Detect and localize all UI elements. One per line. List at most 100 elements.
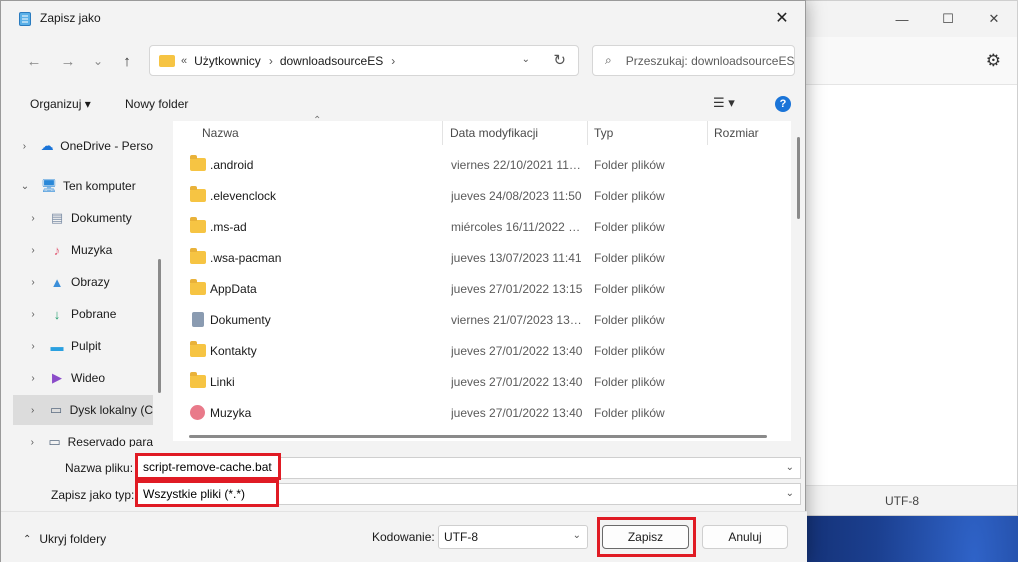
new-folder-button[interactable]: Nowy folder [125, 97, 188, 111]
breadcrumb-separator-icon[interactable]: › [269, 54, 273, 68]
view-options-icon[interactable]: ☰ ▾ [713, 95, 735, 111]
expand-chevron-icon[interactable]: › [27, 213, 39, 224]
sidebar-item[interactable]: › ☁ OneDrive - Perso [13, 131, 153, 161]
hide-folders-button[interactable]: ⌃ Ukryj foldery [23, 532, 106, 546]
downloads-icon: ↓ [53, 306, 61, 322]
expand-chevron-icon[interactable]: › [19, 141, 30, 152]
back-arrow-icon[interactable]: ← [21, 49, 47, 73]
encoding-label: Kodowanie: [372, 530, 435, 544]
recent-locations-chevron-icon[interactable]: ⌄ [85, 49, 111, 73]
sidebar-item[interactable]: › ♪ Muzyka [13, 235, 153, 265]
folder-icon [190, 341, 206, 357]
help-icon[interactable]: ? [775, 96, 791, 112]
column-separator[interactable] [442, 121, 443, 145]
filetype-label: Zapisz jako typ: [51, 488, 135, 502]
status-encoding: UTF-8 [885, 493, 919, 508]
sidebar-item[interactable]: › ▶ Wideo [13, 363, 153, 393]
breadcrumb-separator-icon[interactable]: › [391, 54, 395, 68]
breadcrumb-current[interactable]: downloadsourceES [280, 54, 383, 68]
column-separator[interactable] [707, 121, 708, 145]
address-dropdown-icon[interactable]: ⌄ [522, 54, 530, 65]
video-icon: ▶ [52, 370, 62, 385]
encoding-select[interactable]: UTF-8 ⌄ [438, 525, 588, 549]
column-header-size[interactable]: Rozmiar [714, 121, 759, 145]
search-input[interactable]: ⌕ Przeszukaj: downloadsourceES [592, 45, 795, 76]
expand-chevron-icon[interactable]: › [27, 277, 39, 288]
file-list-horizontal-scrollbar[interactable] [189, 435, 767, 438]
notepad-close-button[interactable]: ✕ [971, 1, 1017, 37]
save-button[interactable]: Zapisz [602, 525, 689, 549]
file-date: viernes 22/10/2021 11:19 [451, 157, 583, 172]
documents-folder-icon [192, 312, 204, 327]
breadcrumb-users[interactable]: Użytkownicy [194, 54, 261, 68]
dialog-close-button[interactable]: ✕ [759, 1, 805, 35]
drive-icon: ▭ [49, 402, 63, 417]
column-header-date[interactable]: Data modyfikacji [450, 121, 538, 145]
filetype-dropdown-icon[interactable]: ⌄ [786, 488, 794, 499]
folder-icon [190, 248, 206, 264]
up-arrow-icon[interactable]: ↑ [114, 49, 140, 73]
expand-chevron-icon[interactable]: › [27, 373, 39, 384]
file-name: .ms-ad [210, 219, 247, 234]
folder-icon [159, 54, 175, 67]
notepad-editor[interactable] [781, 85, 1017, 485]
table-row[interactable]: Linki jueves 27/01/2022 13:40 Folder plikó… [173, 366, 791, 397]
folder-icon [190, 217, 206, 233]
table-row[interactable]: Dokumenty viernes 21/07/2023 13:27 Folder … [173, 304, 791, 335]
table-row[interactable]: .wsa-pacman jueves 13/07/2023 11:41 Folder… [173, 242, 791, 273]
filename-highlight[interactable]: script-remove-cache.bat [135, 453, 281, 480]
address-overflow-icon[interactable]: « [181, 55, 187, 67]
column-header-type[interactable]: Typ [594, 121, 613, 145]
column-separator[interactable] [587, 121, 588, 145]
file-name: Kontakty [210, 343, 257, 358]
table-row[interactable]: Muzyka jueves 27/01/2022 13:40 Folder plik… [173, 397, 791, 428]
table-row[interactable]: AppData jueves 27/01/2022 13:15 Folder pli… [173, 273, 791, 304]
sidebar-item[interactable]: › ▬ Pulpit [13, 331, 153, 361]
dialog-footer: ⌃ Ukryj foldery Kodowanie: UTF-8 ⌄ Zapis… [1, 511, 807, 562]
column-header-name[interactable]: Nazwa [202, 121, 239, 145]
file-list-vertical-scrollbar[interactable] [797, 137, 800, 219]
sidebar-item[interactable]: › ▭ Reservado para [13, 427, 153, 447]
sidebar-scrollbar[interactable] [158, 259, 161, 393]
navigation-pane: › ☁ OneDrive - Perso ⌄ 🖥 Ten komputer › ▤ Dokume… [13, 121, 153, 447]
sidebar-item[interactable]: › ▤ Dokumenty [13, 203, 153, 233]
sidebar-item[interactable]: › ▲ Obrazy [13, 267, 153, 297]
expand-chevron-icon[interactable]: › [27, 341, 39, 352]
expand-chevron-icon[interactable]: › [27, 437, 38, 448]
expand-chevron-icon[interactable]: ⌄ [19, 181, 31, 192]
dialog-titlebar: Zapisz jako ✕ [1, 1, 805, 35]
filetype-highlight[interactable]: Wszystkie pliki (*.*) [135, 480, 279, 507]
filetype-value[interactable]: Wszystkie pliki (*.*) [138, 483, 276, 504]
sidebar-item-label: Wideo [71, 371, 106, 385]
expand-chevron-icon[interactable]: › [27, 309, 39, 320]
navigation-bar: ← → ⌄ ↑ « Użytkownicy › downloadsourceES… [1, 41, 807, 81]
expand-chevron-icon[interactable]: › [27, 405, 38, 416]
settings-gear-icon[interactable]: ⚙ [986, 51, 1001, 71]
encoding-value: UTF-8 [444, 530, 478, 544]
table-row[interactable]: .elevenclock jueves 24/08/2023 11:50 Folde… [173, 180, 791, 211]
address-bar[interactable]: « Użytkownicy › downloadsourceES › ⌄ ↻ [149, 45, 579, 76]
filename-dropdown-icon[interactable]: ⌄ [786, 462, 794, 473]
organize-menu-button[interactable]: Organizuj ▾ [30, 97, 91, 111]
encoding-dropdown-icon[interactable]: ⌄ [573, 530, 581, 541]
table-row[interactable]: .android viernes 22/10/2021 11:19 Folder p… [173, 149, 791, 180]
cancel-button[interactable]: Anuluj [702, 525, 788, 549]
sidebar-item[interactable]: › ↓ Pobrane [13, 299, 153, 329]
command-bar: Organizuj ▾ Nowy folder ☰ ▾ ? [1, 89, 807, 119]
table-row[interactable]: Kontakty jueves 27/01/2022 13:40 Folder pl… [173, 335, 791, 366]
notepad-icon [19, 11, 31, 26]
table-row[interactable]: .ms-ad miércoles 16/11/2022 1... Folder pl… [173, 211, 791, 242]
expand-chevron-icon[interactable]: › [27, 245, 39, 256]
sidebar-item[interactable]: ⌄ 🖥 Ten komputer [13, 171, 153, 201]
file-date: jueves 27/01/2022 13:15 [451, 281, 583, 296]
search-icon: ⌕ [605, 53, 612, 67]
file-date: miércoles 16/11/2022 1... [451, 219, 583, 234]
file-name: Linki [210, 374, 235, 389]
minimize-button[interactable]: — [879, 1, 925, 37]
refresh-icon[interactable]: ↻ [553, 51, 566, 69]
filename-value[interactable]: script-remove-cache.bat [138, 456, 278, 477]
maximize-button[interactable]: ☐ [925, 1, 971, 37]
documents-icon: ▤ [50, 210, 64, 225]
forward-arrow-icon[interactable]: → [55, 49, 81, 73]
sidebar-item[interactable]: › ▭ Dysk lokalny (C [13, 395, 153, 425]
